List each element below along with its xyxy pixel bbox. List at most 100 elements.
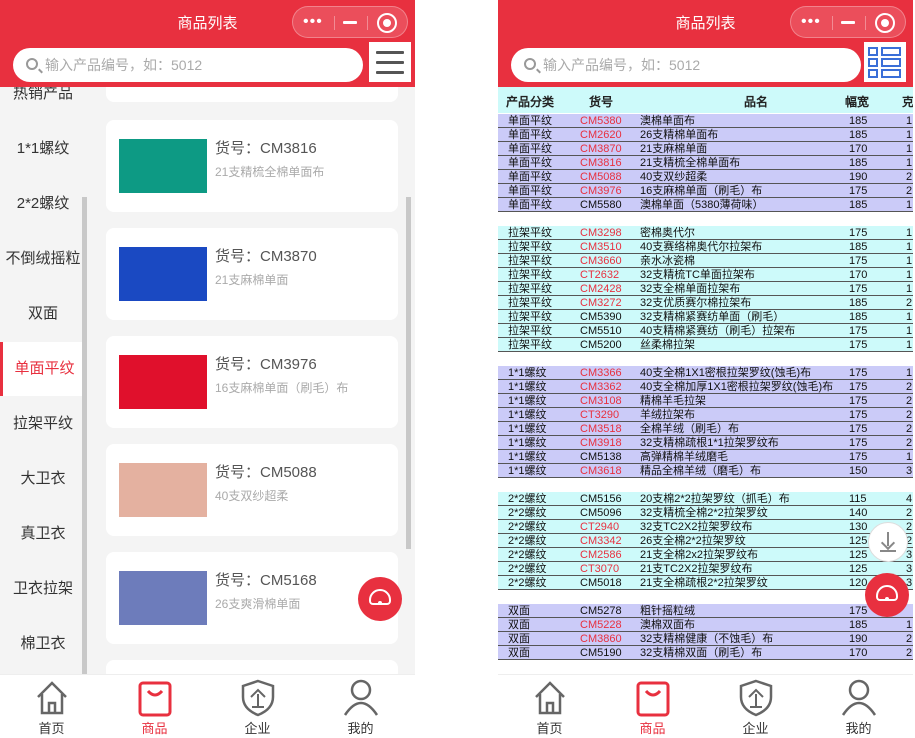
cell-code[interactable]: CM2620 [580,128,622,142]
cell-code[interactable]: CM3272 [580,296,622,310]
sidebar-item-category[interactable]: 单面平纹 [0,342,86,396]
cell-code[interactable]: CM2586 [580,548,622,562]
table-row[interactable]: 拉架平纹 CM5200 丝柔棉拉架 175 1 [498,338,913,352]
tab-item[interactable]: 企业 [206,675,309,738]
table-row[interactable]: 拉架平纹 CM2428 32支全棉单面拉架布 175 1 [498,282,913,296]
sidebar-item-category[interactable]: 双面 [0,287,86,341]
cell-code[interactable]: CM3518 [580,422,622,436]
table-row[interactable]: 双面 CM5228 澳棉双面布 185 1 [498,618,913,632]
sidebar-item-category[interactable]: 不倒绒摇粒 [0,232,86,286]
table-row[interactable]: 1*1螺纹 CM5138 高弹精棉羊绒磨毛 175 1 [498,450,913,464]
search-input[interactable] [45,55,345,75]
tab-item[interactable]: 首页 [0,675,103,738]
table-row[interactable]: 1*1螺纹 CM3618 精品全棉羊绒（磨毛）布 150 3 [498,464,913,478]
table-row[interactable]: 2*2螺纹 CT2940 32支TC2X2拉架罗纹布 130 2 [498,520,913,534]
cell-code[interactable]: CM3342 [580,534,622,548]
table-row[interactable]: 2*2螺纹 CM5096 32支精梳全棉2*2拉架罗纹 140 2 [498,506,913,520]
table-row[interactable]: 单面平纹 CM5088 40支双纱超柔 190 2 [498,170,913,184]
customer-service-button[interactable] [358,577,402,621]
product-card[interactable]: 货号：CM3976 16支麻棉单面（刷毛）布 [106,336,398,428]
table-row[interactable]: 1*1螺纹 CT3290 羊绒拉架布 175 2 [498,408,913,422]
product-card[interactable]: 货号：CM3816 21支精梳全棉单面布 [106,120,398,212]
cell-code[interactable]: CM3362 [580,380,622,394]
sidebar-item-category[interactable]: 2*2螺纹 [0,177,86,231]
table-row[interactable]: 2*2螺纹 CM5156 20支棉2*2拉架罗纹（抓毛）布 115 4 [498,492,913,506]
cell-code[interactable]: CM2428 [580,282,622,296]
table-row[interactable]: 2*2螺纹 CT3070 21支TC2X2拉架罗纹布 125 3 [498,562,913,576]
cell-code[interactable]: CM5088 [580,170,622,184]
sidebar-item-category[interactable]: 棉卫衣 [0,617,86,671]
table-row[interactable]: 拉架平纹 CM3272 32支优质赛尔棉拉架布 185 2 [498,296,913,310]
table-row[interactable]: 双面 CM5190 32支精棉双面（刷毛）布 170 2 [498,646,913,660]
cell-code[interactable]: CM5510 [580,324,622,338]
search-input[interactable] [543,55,843,75]
cell-code[interactable]: CT3070 [580,562,619,576]
product-card[interactable]: 货号：CM5168 26支爽滑棉单面 [106,552,398,644]
cell-code[interactable]: CM5580 [580,198,622,212]
cell-code[interactable]: CM3976 [580,184,622,198]
tab-item[interactable]: 企业 [704,675,807,738]
search-bar[interactable] [511,48,861,82]
cell-code[interactable]: CM3618 [580,464,622,478]
cell-code[interactable]: CM5190 [580,646,622,660]
minimize-icon[interactable] [841,21,855,24]
sidebar-item-category[interactable]: 大卫衣 [0,452,86,506]
cell-code[interactable]: CM3870 [580,142,622,156]
cell-code[interactable]: CM5228 [580,618,622,632]
cell-code[interactable]: CM3860 [580,632,622,646]
table-row[interactable]: 拉架平纹 CM3298 密棉奥代尔 175 1 [498,226,913,240]
minimize-icon[interactable] [343,21,357,24]
tab-item[interactable]: 我的 [309,675,412,738]
table-row[interactable]: 双面 CM5278 粗针摇粒绒 175 [498,604,913,618]
cell-code[interactable]: CT3290 [580,408,619,422]
table-row[interactable]: 1*1螺纹 CM3518 全棉羊绒（刷毛）布 175 2 [498,422,913,436]
cell-code[interactable]: CM5200 [580,338,622,352]
table-row[interactable]: 单面平纹 CM5380 澳棉单面布 185 1 [498,114,913,128]
sidebar-scrollbar[interactable] [82,197,87,675]
table-row[interactable]: 拉架平纹 CM5390 32支精棉紧赛纺单面（刷毛） 185 1 [498,310,913,324]
table-row[interactable]: 拉架平纹 CT2632 32支精梳TC单面拉架布 170 1 [498,268,913,282]
cell-code[interactable]: CM5018 [580,576,622,590]
cell-code[interactable]: CM5278 [580,604,622,618]
sidebar-item-category[interactable]: 卫衣拉架 [0,562,86,616]
cell-code[interactable]: CM5096 [580,506,622,520]
table-row[interactable]: 单面平纹 CM5580 澳棉单面（5380薄荷味） 185 1 [498,198,913,212]
sidebar-item-category[interactable]: 拉架平纹 [0,397,86,451]
table-row[interactable]: 2*2螺纹 CM3342 26支全棉2*2拉架罗纹 125 2 [498,534,913,548]
table-row[interactable]: 单面平纹 CM3816 21支精梳全棉单面布 185 1 [498,156,913,170]
sidebar-item-category[interactable]: 真卫衣 [0,507,86,561]
more-icon[interactable]: ••• [801,13,821,31]
table-row[interactable]: 1*1螺纹 CM3362 40支全棉加厚1X1密根拉架罗纹(蚀毛)布 175 2 [498,380,913,394]
table-row[interactable]: 拉架平纹 CM5510 40支精棉紧赛纺（刷毛）拉架布 175 1 [498,324,913,338]
grid-view-button[interactable] [864,42,906,82]
cell-code[interactable]: CM5138 [580,450,622,464]
customer-service-button[interactable] [865,573,909,617]
table-row[interactable]: 1*1螺纹 CM3366 40支全棉1X1密根拉架罗纹(蚀毛)布 175 1 [498,366,913,380]
cell-code[interactable]: CT2940 [580,520,619,534]
tab-item[interactable]: 商品 [103,675,206,738]
table-row[interactable]: 双面 CM3860 32支精棉健康（不蚀毛）布 190 2 [498,632,913,646]
cell-code[interactable]: CM5390 [580,310,622,324]
table-row[interactable]: 拉架平纹 CM3510 40支赛络棉奥代尔拉架布 185 1 [498,240,913,254]
tab-item[interactable]: 首页 [498,675,601,738]
cell-code[interactable]: CM3510 [580,240,622,254]
table-row[interactable]: 1*1螺纹 CM3918 32支精棉疏根1*1拉架罗纹布 175 2 [498,436,913,450]
table-row[interactable]: 拉架平纹 CM3660 亲水冰瓷棉 175 1 [498,254,913,268]
table-row[interactable]: 单面平纹 CM3976 16支麻棉单面（刷毛）布 175 2 [498,184,913,198]
sidebar-item-category[interactable]: 1*1螺纹 [0,122,86,176]
cell-code[interactable]: CM3366 [580,366,622,380]
close-target-icon[interactable] [377,13,397,33]
list-view-button[interactable] [369,42,411,82]
search-bar[interactable] [13,48,363,82]
cell-code[interactable]: CM3816 [580,156,622,170]
cell-code[interactable]: CT2632 [580,268,619,282]
cell-code[interactable]: CM3108 [580,394,622,408]
cell-code[interactable]: CM3918 [580,436,622,450]
more-icon[interactable]: ••• [303,13,323,31]
cell-code[interactable]: CM5156 [580,492,622,506]
content-scrollbar[interactable] [406,197,411,549]
product-card[interactable]: 货号：CM5088 40支双纱超柔 [106,444,398,536]
table-row[interactable]: 1*1螺纹 CM3108 精棉羊毛拉架 175 2 [498,394,913,408]
cell-code[interactable]: CM3660 [580,254,622,268]
cell-code[interactable]: CM5380 [580,114,622,128]
